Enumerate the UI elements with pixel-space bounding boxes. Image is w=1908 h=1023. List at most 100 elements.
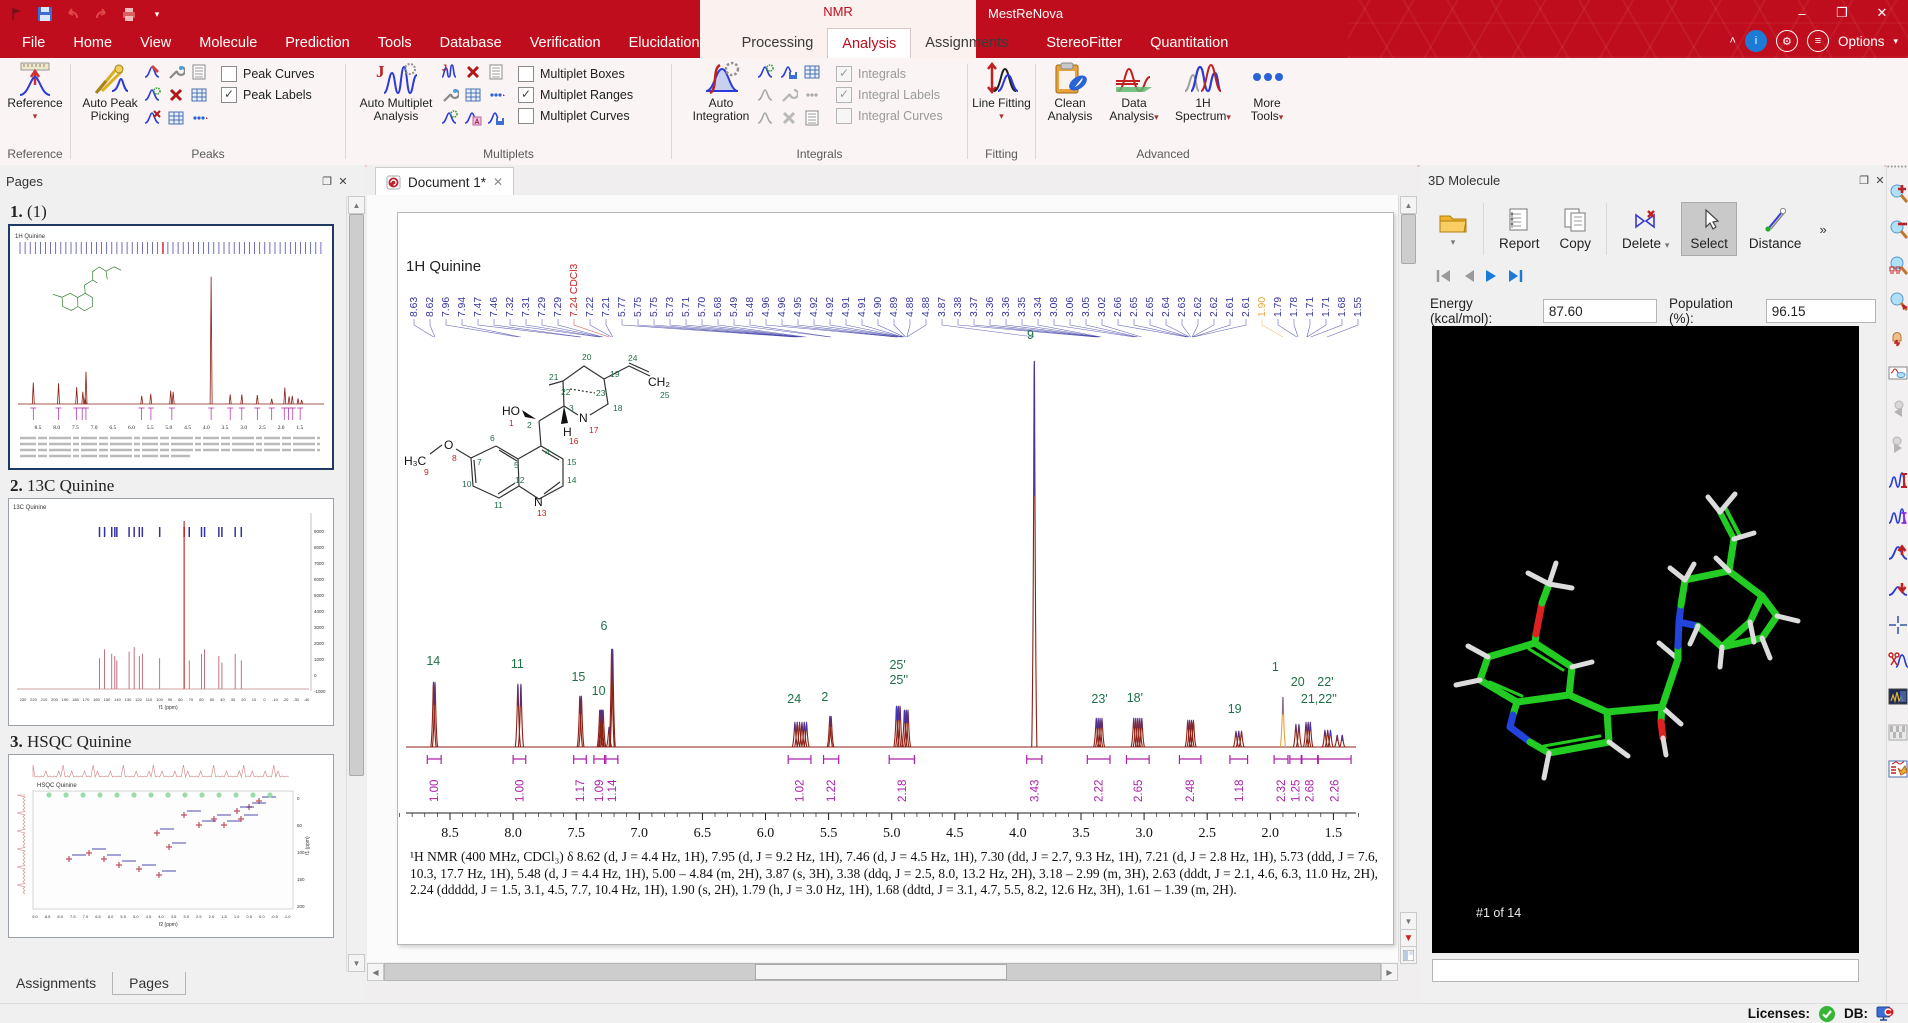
disk-small-icon[interactable] (779, 62, 799, 82)
auto-peak-picking-button[interactable]: Auto Peak Picking (77, 58, 143, 130)
assignment-label[interactable]: 6 (600, 619, 607, 633)
integral-value[interactable]: 2.65 (1133, 780, 1145, 802)
zoom-fit-icon[interactable] (1887, 247, 1908, 283)
licenses-ok-icon[interactable] (1818, 1005, 1836, 1023)
tab-assignments-panel[interactable]: Assignments (0, 972, 112, 994)
float-panel-icon[interactable]: ❐ (319, 174, 335, 188)
stacked-view-icon[interactable] (1887, 715, 1908, 751)
integral-value[interactable]: 2.22 (1094, 780, 1106, 802)
scroll-right-icon[interactable]: ▶ (1381, 963, 1398, 981)
integrals-checkbox[interactable]: ✓Integrals (836, 66, 943, 82)
distance-button[interactable]: Distance (1741, 203, 1810, 255)
dots-small-icon[interactable] (189, 108, 209, 128)
tab-tools[interactable]: Tools (364, 28, 426, 58)
next-view-icon[interactable] (1887, 427, 1908, 463)
preview-icon[interactable] (1887, 355, 1908, 391)
thumbnail-1[interactable]: 1H Quinine8.58.07.57.06.56.05.55.04.54.0… (8, 224, 334, 470)
document-page[interactable]: 1H Quinine8.638.627.967.947.477.467.327.… (397, 212, 1394, 945)
assignment-label[interactable]: 21,22'' (1301, 692, 1337, 706)
document-tab[interactable]: Document 1* ✕ (375, 167, 514, 196)
spectrum-canvas[interactable]: 1H Quinine8.638.627.967.947.477.467.327.… (398, 213, 1393, 944)
integral-value[interactable]: 2.32 (1276, 780, 1288, 802)
tab-elucidation[interactable]: Elucidation (615, 28, 714, 58)
collapse-ribbon-icon[interactable]: ˄ (1730, 35, 1736, 47)
options-dropdown-icon[interactable]: ▾ (1893, 36, 1898, 47)
gearpeak-small-icon[interactable] (143, 85, 163, 105)
save-icon[interactable] (36, 5, 54, 23)
integral-value[interactable]: 1.09 (594, 780, 606, 802)
wrench-small-icon[interactable] (166, 62, 186, 82)
integral-value[interactable]: 1.00 (514, 780, 526, 802)
previous-view-icon[interactable] (1887, 391, 1908, 427)
line-fitting-button[interactable]: Line Fitting▾ (971, 58, 1033, 123)
gdots-small-icon[interactable] (802, 85, 822, 105)
integral-value[interactable]: 1.14 (607, 779, 619, 802)
first-frame-icon[interactable] (1434, 268, 1452, 284)
options-button[interactable]: Options (1838, 34, 1885, 49)
assignment-label[interactable]: 10 (592, 684, 606, 698)
minimize-button[interactable]: – (1782, 0, 1822, 26)
assignment-label[interactable]: 24 (787, 692, 801, 706)
print-icon[interactable] (120, 5, 138, 23)
auto-integration-button[interactable]: Auto Integration (686, 58, 756, 130)
x-small-icon[interactable] (166, 85, 186, 105)
previous-frame-icon[interactable] (1461, 268, 1475, 284)
integral-value[interactable]: 1.22 (826, 780, 838, 802)
tab-processing[interactable]: Processing (728, 28, 828, 58)
tab-home[interactable]: Home (59, 28, 126, 58)
restore-button[interactable]: ❐ (1822, 0, 1862, 26)
integrals-small-buttons[interactable] (756, 58, 824, 130)
assignment-label[interactable]: 25' (889, 658, 905, 672)
pages-scrollbar[interactable]: ▲ ▼ (346, 196, 364, 972)
gpeak-small-icon[interactable] (756, 108, 776, 128)
table-small-icon[interactable] (802, 62, 822, 82)
clean-analysis-button[interactable]: Clean Analysis (1044, 58, 1096, 124)
table-small-icon[interactable] (166, 108, 186, 128)
db-status-icon[interactable] (1876, 1006, 1894, 1022)
energy-field[interactable]: 87.60 (1543, 299, 1657, 323)
apeak-small-icon[interactable] (463, 108, 483, 128)
gearpeak-small-icon[interactable] (756, 62, 776, 82)
document-horizontal-scrollbar[interactable]: ◀ ▶ (367, 962, 1398, 982)
tab-molecule[interactable]: Molecule (185, 28, 271, 58)
multiplet-ranges-checkbox[interactable]: ✓Multiplet Ranges (518, 87, 633, 103)
peak-curves-checkbox[interactable]: Peak Curves (221, 66, 315, 82)
tab-assignments[interactable]: Assignments (911, 28, 1022, 58)
assignment-label[interactable]: 18' (1127, 691, 1143, 705)
integral-value[interactable]: 2.26 (1330, 780, 1342, 802)
decrease-intensity-icon[interactable] (1887, 571, 1908, 607)
report-button[interactable]: Report (1491, 203, 1548, 255)
jpeaks-small-icon[interactable]: J (440, 62, 460, 82)
reference-button[interactable]: Reference▾ (3, 58, 67, 123)
disk-small-icon[interactable] (486, 108, 506, 128)
info-icon[interactable]: i (1745, 30, 1767, 52)
peakx-small-icon[interactable] (143, 108, 163, 128)
assignment-label[interactable]: 2 (821, 690, 828, 704)
tab-pages-panel[interactable]: Pages (112, 972, 186, 995)
pencil-small-icon[interactable] (143, 62, 163, 82)
crosshair-icon[interactable] (1887, 607, 1908, 643)
scroll-down-icon[interactable]: ▼ (1400, 912, 1417, 930)
tab-analysis[interactable]: Analysis (827, 28, 911, 58)
open-molecule-button[interactable]: ▾ (1430, 206, 1476, 252)
close-document-icon[interactable]: ✕ (493, 175, 503, 189)
data-analysis-button[interactable]: Data Analysis▾ (1106, 58, 1162, 124)
delete-button[interactable]: Delete ▾ (1614, 203, 1677, 255)
last-frame-icon[interactable] (1507, 268, 1525, 284)
toolbar-drag-handle[interactable]: •••••••• (1887, 165, 1908, 175)
scroll-up-icon[interactable]: ▲ (348, 196, 365, 214)
tab-file[interactable]: File (8, 28, 59, 58)
document-vertical-scrollbar[interactable]: ▲ ▼ ▼ (1398, 195, 1418, 962)
integral-value[interactable]: 1.00 (429, 780, 441, 802)
integral-value[interactable]: 1.17 (575, 780, 587, 802)
1h-spectrum-button[interactable]: 1H Spectrum▾ (1172, 58, 1234, 124)
list-small-icon[interactable] (802, 108, 822, 128)
peaks-small-buttons[interactable] (143, 58, 211, 130)
assignment-label[interactable]: 1 (1272, 660, 1279, 674)
integral-value[interactable]: 1.25 (1291, 780, 1303, 802)
license-doc-icon[interactable]: ≡ (1807, 30, 1829, 52)
assignment-label[interactable]: 23' (1091, 692, 1107, 706)
fit-intensity-alt-icon[interactable] (1887, 499, 1908, 535)
assignment-label[interactable]: 15 (571, 670, 585, 684)
dots-small-icon[interactable] (486, 85, 506, 105)
